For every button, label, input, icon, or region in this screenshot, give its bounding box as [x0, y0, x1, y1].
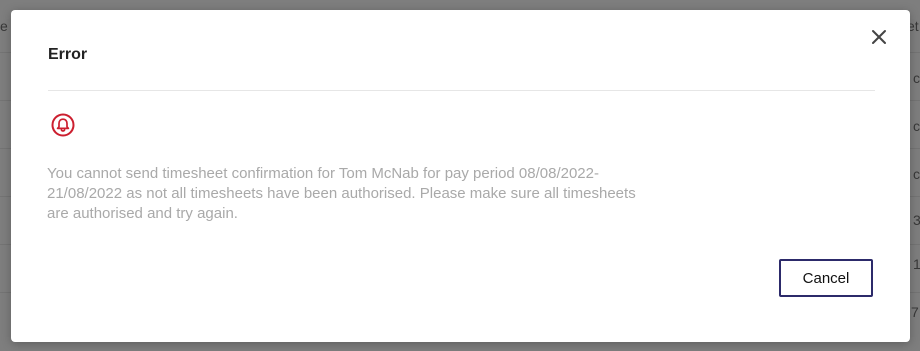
error-dialog: Error You cannot send timesheet confirma…: [11, 10, 910, 342]
title-divider: [48, 90, 875, 91]
cancel-button[interactable]: Cancel: [779, 259, 873, 297]
close-button[interactable]: [868, 26, 890, 48]
bell-alert-icon: [51, 113, 75, 137]
dialog-title: Error: [48, 46, 88, 63]
error-message: You cannot send timesheet confirmation f…: [47, 165, 636, 222]
close-icon: [872, 30, 886, 44]
